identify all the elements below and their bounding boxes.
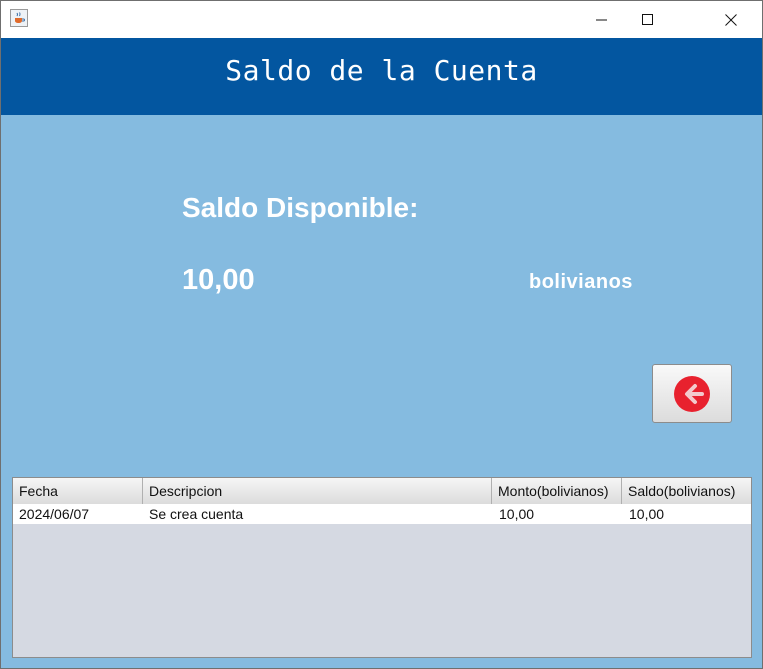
transactions-table[interactable]: Fecha Descripcion Monto(bolivianos) Sald… (12, 477, 752, 658)
currency-label: bolivianos (529, 271, 633, 293)
back-button[interactable] (652, 364, 732, 423)
app-window: Saldo de la Cuenta Saldo Disponible: 10,… (0, 0, 763, 669)
header-banner: Saldo de la Cuenta (1, 38, 762, 115)
column-header-descripcion[interactable]: Descripcion (143, 478, 492, 504)
column-header-fecha[interactable]: Fecha (13, 478, 143, 504)
cell-saldo[interactable]: 10,00 (622, 504, 751, 524)
maximize-icon[interactable] (625, 1, 671, 38)
page-title: Saldo de la Cuenta (225, 54, 538, 87)
arrow-left-icon (674, 375, 710, 412)
title-bar[interactable] (1, 1, 762, 38)
cell-monto[interactable]: 10,00 (492, 504, 622, 524)
column-header-monto[interactable]: Monto(bolivianos) (492, 478, 622, 504)
cell-fecha[interactable]: 2024/06/07 (13, 504, 143, 524)
table-row[interactable]: 2024/06/07 Se crea cuenta 10,00 10,00 (13, 504, 751, 524)
column-header-saldo[interactable]: Saldo(bolivianos) (622, 478, 751, 504)
cell-descripcion[interactable]: Se crea cuenta (143, 504, 492, 524)
table-body: 2024/06/07 Se crea cuenta 10,00 10,00 (13, 504, 751, 524)
close-icon[interactable] (708, 1, 754, 38)
minimize-icon[interactable] (579, 1, 625, 38)
balance-label: Saldo Disponible: (182, 192, 419, 223)
table-header: Fecha Descripcion Monto(bolivianos) Sald… (13, 478, 751, 504)
java-cup-icon[interactable] (10, 9, 28, 27)
balance-amount: 10,00 (182, 264, 255, 296)
